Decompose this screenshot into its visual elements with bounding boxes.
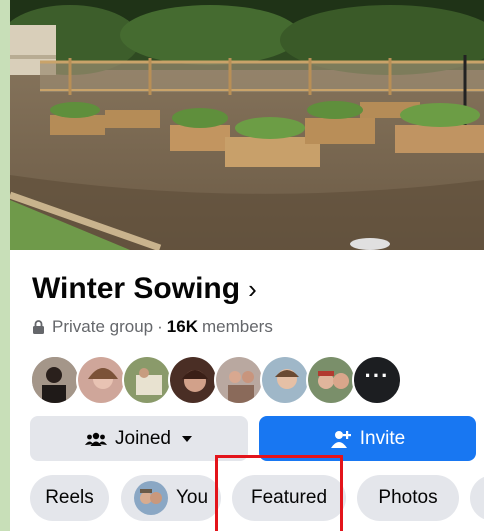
group-title[interactable]: Winter Sowing › — [32, 272, 257, 306]
avatar[interactable] — [122, 355, 172, 405]
tab-featured[interactable]: Featured — [232, 475, 346, 521]
invite-label: Invite — [359, 427, 406, 449]
tab-files[interactable]: Fi — [470, 475, 484, 521]
avatar[interactable] — [76, 355, 126, 405]
avatar-photo — [32, 357, 78, 403]
avatar-photo — [262, 357, 308, 403]
meta-separator: · — [157, 317, 163, 336]
cover-photo[interactable] — [10, 0, 484, 250]
members-label[interactable]: members — [202, 317, 273, 337]
joined-button[interactable]: Joined — [30, 416, 248, 461]
avatar[interactable] — [260, 355, 310, 405]
invite-button[interactable]: Invite — [259, 416, 476, 461]
more-members-button[interactable]: ··· — [352, 355, 402, 405]
group-name[interactable]: Winter Sowing — [32, 272, 240, 305]
avatar[interactable] — [214, 355, 264, 405]
avatar-photo — [78, 357, 124, 403]
avatar[interactable] — [30, 355, 80, 405]
avatar[interactable] — [168, 355, 218, 405]
lock-icon — [33, 320, 44, 334]
tab-reels-label: Reels — [45, 487, 94, 508]
more-icon: ··· — [364, 363, 390, 388]
user-avatar-photo — [133, 481, 168, 515]
group-page: Winter Sowing › Private group · 16K membe… — [10, 0, 484, 531]
group-meta: Private group · 16K members — [32, 317, 273, 337]
tab-you[interactable]: You — [121, 475, 221, 521]
caret-down-icon — [182, 435, 192, 442]
add-person-icon — [330, 430, 351, 448]
garden-image — [10, 0, 484, 250]
member-count[interactable]: 16K — [167, 317, 198, 337]
avatar-photo — [308, 357, 354, 403]
avatar-photo — [216, 357, 262, 403]
avatar-photo — [124, 357, 170, 403]
privacy-label: Private group — [52, 317, 154, 336]
chevron-right-icon[interactable]: › — [248, 274, 257, 304]
tab-featured-label: Featured — [250, 487, 328, 508]
tab-reels[interactable]: Reels — [30, 475, 109, 521]
tab-photos-label: Photos — [378, 487, 438, 508]
joined-label: Joined — [115, 427, 171, 449]
avatar[interactable] — [306, 355, 356, 405]
avatar-photo — [170, 357, 216, 403]
avatar — [133, 481, 168, 515]
tab-photos[interactable]: Photos — [357, 475, 459, 521]
group-members-icon — [85, 432, 107, 446]
tab-you-label: You — [175, 487, 209, 508]
